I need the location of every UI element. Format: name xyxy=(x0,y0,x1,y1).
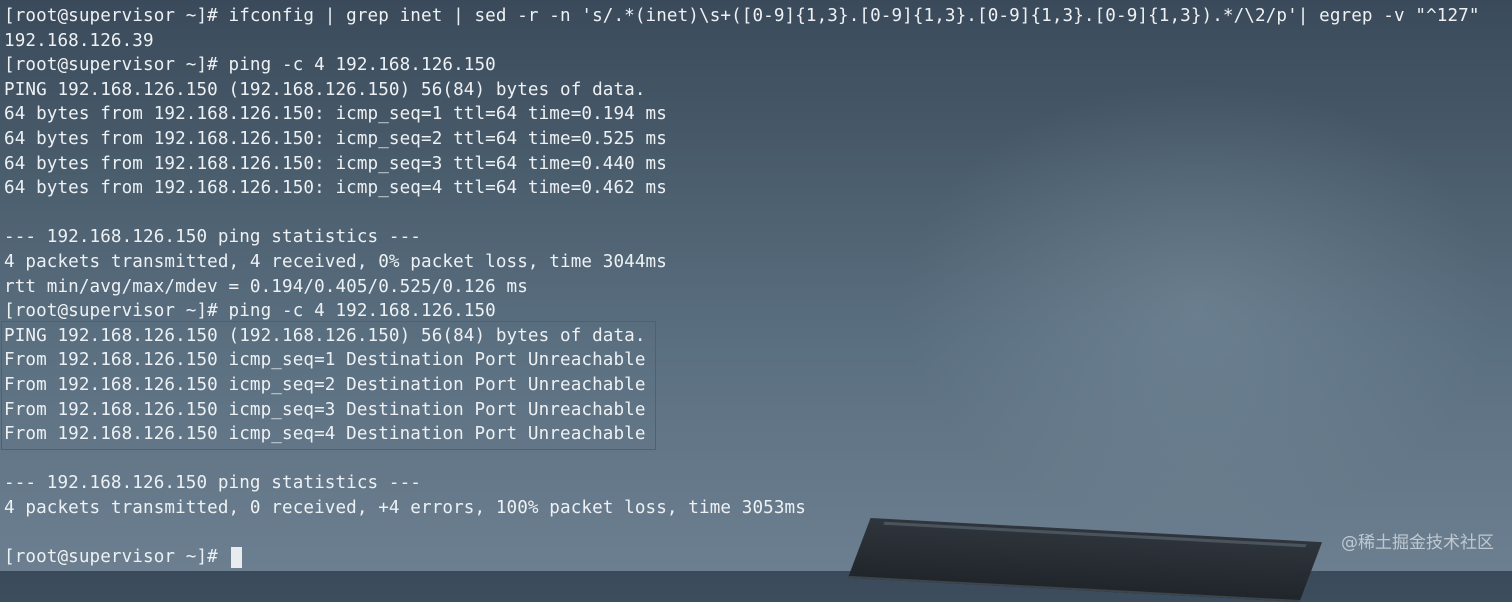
terminal-line: 4 packets transmitted, 0 received, +4 er… xyxy=(4,497,806,518)
terminal-line: --- 192.168.126.150 ping statistics --- xyxy=(4,473,422,494)
terminal-line: rtt min/avg/max/mdev = 0.194/0.405/0.525… xyxy=(4,276,528,297)
terminal-line: From 192.168.126.150 icmp_seq=3 Destinat… xyxy=(4,399,646,420)
terminal-line: [root@supervisor ~]# ping -c 4 192.168.1… xyxy=(4,301,496,322)
terminal-line: From 192.168.126.150 icmp_seq=2 Destinat… xyxy=(4,374,646,395)
watermark: @稀土掘金技术社区 xyxy=(1341,533,1494,553)
terminal-line: 192.168.126.39 xyxy=(4,30,154,51)
terminal-prompt-line[interactable]: [root@supervisor ~]# xyxy=(4,545,1512,570)
terminal-line: [root@supervisor ~]# ifconfig | grep ine… xyxy=(4,6,1480,26)
terminal-window[interactable]: [root@supervisor ~]# ifconfig | grep ine… xyxy=(0,0,1512,571)
terminal-line: 64 bytes from 192.168.126.150: icmp_seq=… xyxy=(4,178,667,199)
terminal-line: 64 bytes from 192.168.126.150: icmp_seq=… xyxy=(4,128,667,149)
terminal-line: 4 packets transmitted, 4 received, 0% pa… xyxy=(4,251,667,272)
terminal-cursor xyxy=(230,546,242,568)
terminal-line: 64 bytes from 192.168.126.150: icmp_seq=… xyxy=(4,104,667,125)
terminal-line: [root@supervisor ~]# ping -c 4 192.168.1… xyxy=(4,55,496,76)
terminal-line: PING 192.168.126.150 (192.168.126.150) 5… xyxy=(4,325,646,346)
shell-prompt: [root@supervisor ~]# xyxy=(4,547,229,568)
terminal-line: --- 192.168.126.150 ping statistics --- xyxy=(4,227,422,248)
terminal-line: 64 bytes from 192.168.126.150: icmp_seq=… xyxy=(4,153,667,174)
terminal-line: From 192.168.126.150 icmp_seq=4 Destinat… xyxy=(4,424,646,445)
terminal-line: From 192.168.126.150 icmp_seq=1 Destinat… xyxy=(4,350,646,371)
terminal-line: PING 192.168.126.150 (192.168.126.150) 5… xyxy=(4,79,646,100)
